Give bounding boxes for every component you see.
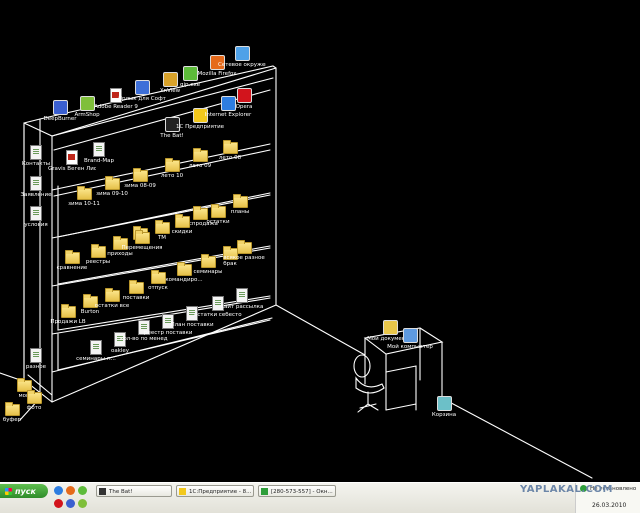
- desktop-icon-label: кол-во по менеджерам: [120, 336, 168, 342]
- desktop-icon-postavki[interactable]: поставки: [112, 280, 160, 301]
- desktop-icon-label: лето 09: [188, 163, 212, 169]
- desktop-icon-label: Мой компьютер: [387, 344, 433, 350]
- desktop-icon-network[interactable]: Сетевое окружение: [218, 46, 266, 68]
- desktop-icon-label: разное: [25, 364, 47, 370]
- desktop-icon-label: зима 10-11: [68, 201, 100, 207]
- desktop-icon-recycle[interactable]: Корзина: [420, 396, 468, 418]
- desktop-icon-bufer[interactable]: буфер: [0, 402, 36, 423]
- task-skype-window[interactable]: [280-573-557] - Окн...: [258, 485, 336, 497]
- clock-date: 26.03.2010: [592, 502, 627, 509]
- desktop-icon-label: The Bat!: [160, 133, 184, 139]
- folder-icon: [222, 140, 238, 154]
- watermark: YAPLAKAL.COM: [520, 484, 613, 495]
- start-label: пуск: [15, 486, 36, 496]
- desktop-icon-label: Internet Explorer: [204, 112, 252, 118]
- document-icon: [30, 206, 42, 221]
- desktop-icon-label: реестр поставки: [144, 330, 192, 336]
- desktop-icon-label: Burton: [80, 309, 100, 315]
- network-icon: [234, 46, 250, 61]
- folder-icon: [134, 230, 150, 244]
- desktop-icon-label: Opera: [235, 104, 253, 110]
- app-quicklaunch-icon[interactable]: [78, 499, 87, 508]
- recycle-icon: [436, 396, 452, 411]
- opera-icon: [236, 88, 252, 103]
- desktop-icon-label: qip.exe: [179, 82, 200, 88]
- desktop-icon-label: Ярлык для Софт: [118, 96, 166, 102]
- document-icon: [93, 142, 105, 157]
- desktop: DeepBurner ArmShop Adobe Reader 9 Ярлык для…: [0, 0, 640, 482]
- folder-icon: [232, 194, 248, 208]
- desktop-icon-usloviya[interactable]: условия: [12, 206, 60, 228]
- desktop-icon-label: План поставки: [170, 322, 214, 328]
- desktop-icon-label: реестры: [85, 259, 111, 265]
- folder-icon: [174, 214, 190, 228]
- desktop-icon-label: командиро...: [165, 277, 203, 283]
- desktop-icon-label: Корзина: [431, 412, 457, 418]
- desktop-icon-label: семинары: [193, 269, 223, 275]
- desktop-icon-kayt[interactable]: кайт рассылка: [218, 288, 266, 310]
- mycomp-icon: [402, 328, 418, 343]
- desktop-quicklaunch-icon[interactable]: [66, 499, 75, 508]
- task-thebat[interactable]: The Bat!: [96, 485, 172, 497]
- desktop-icon-label: сравнение: [56, 265, 88, 271]
- desktop-icon-label: кайт рассылка: [220, 304, 264, 310]
- desktop-icon-label: всякое разное: [223, 255, 265, 261]
- task-label: 1С:Предприятие - 8...: [189, 489, 252, 495]
- 1c-icon: [179, 488, 186, 495]
- folder-icon: [4, 402, 20, 416]
- desktop-icon-vsyakoe[interactable]: всякое разное: [220, 240, 268, 261]
- document-icon: [236, 288, 248, 303]
- opera-quicklaunch-icon[interactable]: [54, 499, 63, 508]
- task-label: The Bat!: [109, 489, 133, 495]
- desktop-icon-label: остатки все: [94, 303, 130, 309]
- task-label: [280-573-557] - Окн...: [271, 489, 333, 495]
- document-icon: [30, 145, 42, 160]
- desktop-icon-peremeshch[interactable]: Перемещения: [118, 230, 166, 251]
- desktop-icon-label: Перемещения: [121, 245, 163, 251]
- document-icon: [30, 176, 42, 191]
- desktop-icon-label: остатки: [206, 219, 230, 225]
- desktop-icon-label: семинары-п...: [76, 356, 116, 362]
- desktop-icon-label: брак: [223, 261, 237, 267]
- desktop-icon-leto08[interactable]: лето 08: [206, 140, 254, 161]
- start-button[interactable]: пуск: [0, 484, 48, 498]
- desktop-icon-zima1011[interactable]: зима 10-11: [60, 186, 108, 207]
- desktop-icon-label: Mozilla Firefox: [197, 71, 237, 77]
- desktop-icon-label: условия: [24, 222, 48, 228]
- document-icon: [30, 348, 42, 363]
- desktop-icon-label: 1С Предприятие: [176, 124, 224, 130]
- folder-icon: [128, 280, 144, 294]
- task-1c[interactable]: 1С:Предприятие - 8...: [176, 485, 254, 497]
- desktop-icon-label: лето 08: [218, 155, 242, 161]
- folder-icon: [76, 186, 92, 200]
- desktop-icon-brandmap[interactable]: Brand-Мар: [75, 142, 123, 164]
- desktop-icon-raznoe[interactable]: разное: [12, 348, 60, 370]
- desktop-icon-label: приходы: [107, 251, 133, 257]
- desktop-icon-label: планы: [230, 209, 250, 215]
- desktop-icon-label: Сетевое окружение: [218, 62, 266, 68]
- qip-quicklaunch-icon[interactable]: [78, 486, 87, 495]
- firefox-quicklaunch-icon[interactable]: [66, 486, 75, 495]
- desktop-icon-label: Gravis Веген Лист-2011: [48, 166, 96, 172]
- desktop-icon-label: Brand-Мар: [84, 158, 114, 164]
- desktop-icon-zayavl[interactable]: Заявление: [12, 176, 60, 198]
- ie-quicklaunch-icon[interactable]: [54, 486, 63, 495]
- desktop-icon-plany[interactable]: планы: [216, 194, 264, 215]
- desktop-icon-mycomp[interactable]: Мой компьютер: [386, 328, 434, 350]
- desktop-icon-label: Adobe Reader 9: [94, 104, 138, 110]
- folder-icon: [236, 240, 252, 254]
- folder-icon: [26, 390, 42, 404]
- windows-flag-icon: [5, 487, 12, 495]
- desktop-icon-label: oakley: [110, 348, 130, 354]
- desktop-icon-label: Заявление: [20, 192, 52, 198]
- desktop-icon-label: остатки себестоим: [194, 312, 242, 318]
- desktop-icon-label: Продажи LB: [50, 319, 86, 325]
- desktop-icon-label: ArmShop: [74, 112, 100, 118]
- desktop-icon-label: поставки: [122, 295, 150, 301]
- thebat-icon: [99, 488, 106, 495]
- desktop-icon-opera[interactable]: Opera: [220, 88, 268, 110]
- desktop-icon-label: XnView: [159, 88, 181, 94]
- window-icon: [261, 488, 268, 495]
- desktop-icon-label: буфер: [2, 417, 22, 423]
